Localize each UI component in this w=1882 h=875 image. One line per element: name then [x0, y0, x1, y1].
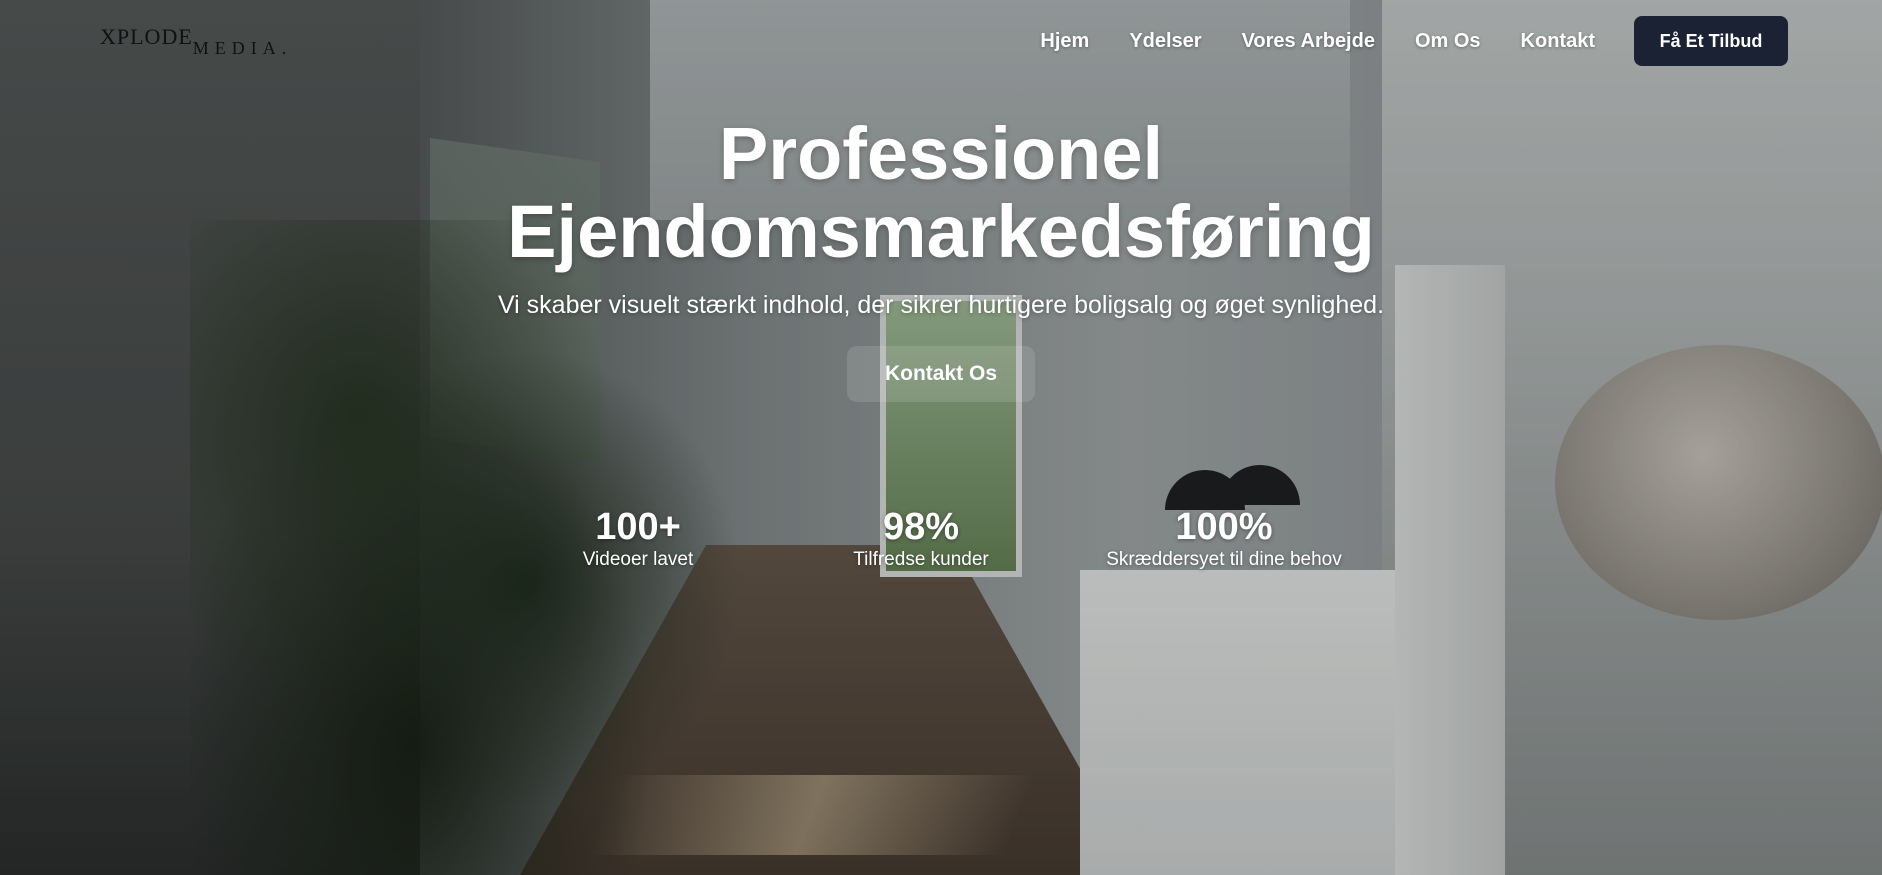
hero-title: Professionel Ejendomsmarkedsføring — [0, 115, 1882, 271]
stat-label: Videoer lavet — [582, 549, 694, 570]
hero-subtitle: Vi skaber visuelt stærkt indhold, der si… — [497, 291, 1385, 319]
nav-link-om-os[interactable]: Om Os — [1415, 30, 1481, 53]
stat-value: 98% — [882, 506, 960, 548]
hero-section: XPLODEMEDIA. Hjem Ydelser Vores Arbejde … — [0, 0, 1882, 875]
nav-link-vores-arbejde[interactable]: Vores Arbejde — [1242, 30, 1375, 53]
logo-text-xplode: XPLODE — [100, 24, 193, 49]
hero-title-line-2: Ejendomsmarkedsføring — [507, 190, 1375, 273]
site-header: XPLODEMEDIA. Hjem Ydelser Vores Arbejde … — [0, 0, 1882, 84]
stats-row: 100+ Videoer lavet 98% Tilfredse kunder … — [0, 505, 1882, 571]
get-quote-button[interactable]: Få Et Tilbud — [1634, 16, 1788, 66]
logo-text-media: MEDIA. — [192, 38, 293, 58]
main-nav: Hjem Ydelser Vores Arbejde Om Os Kontakt… — [1000, 16, 1788, 66]
logo[interactable]: XPLODEMEDIA. — [100, 24, 292, 58]
stat-value: 100% — [1175, 506, 1273, 548]
stat-value: 100+ — [595, 506, 681, 548]
stat-tailored: 100% Skræddersyet til dine behov — [1089, 505, 1359, 571]
stat-satisfied-customers: 98% Tilfredse kunder — [821, 505, 1021, 571]
hero-title-line-1: Professionel — [718, 112, 1164, 195]
nav-link-hjem[interactable]: Hjem — [1040, 30, 1089, 53]
nav-link-ydelser[interactable]: Ydelser — [1129, 30, 1201, 53]
hero-content: Professionel Ejendomsmarkedsføring Vi sk… — [0, 115, 1882, 402]
stat-videos: 100+ Videoer lavet — [523, 505, 753, 571]
stat-label: Skræddersyet til dine behov — [1106, 549, 1342, 570]
nav-link-kontakt[interactable]: Kontakt — [1521, 30, 1595, 53]
stat-label: Tilfredse kunder — [853, 549, 989, 570]
contact-button[interactable]: Kontakt Os — [846, 346, 1035, 402]
